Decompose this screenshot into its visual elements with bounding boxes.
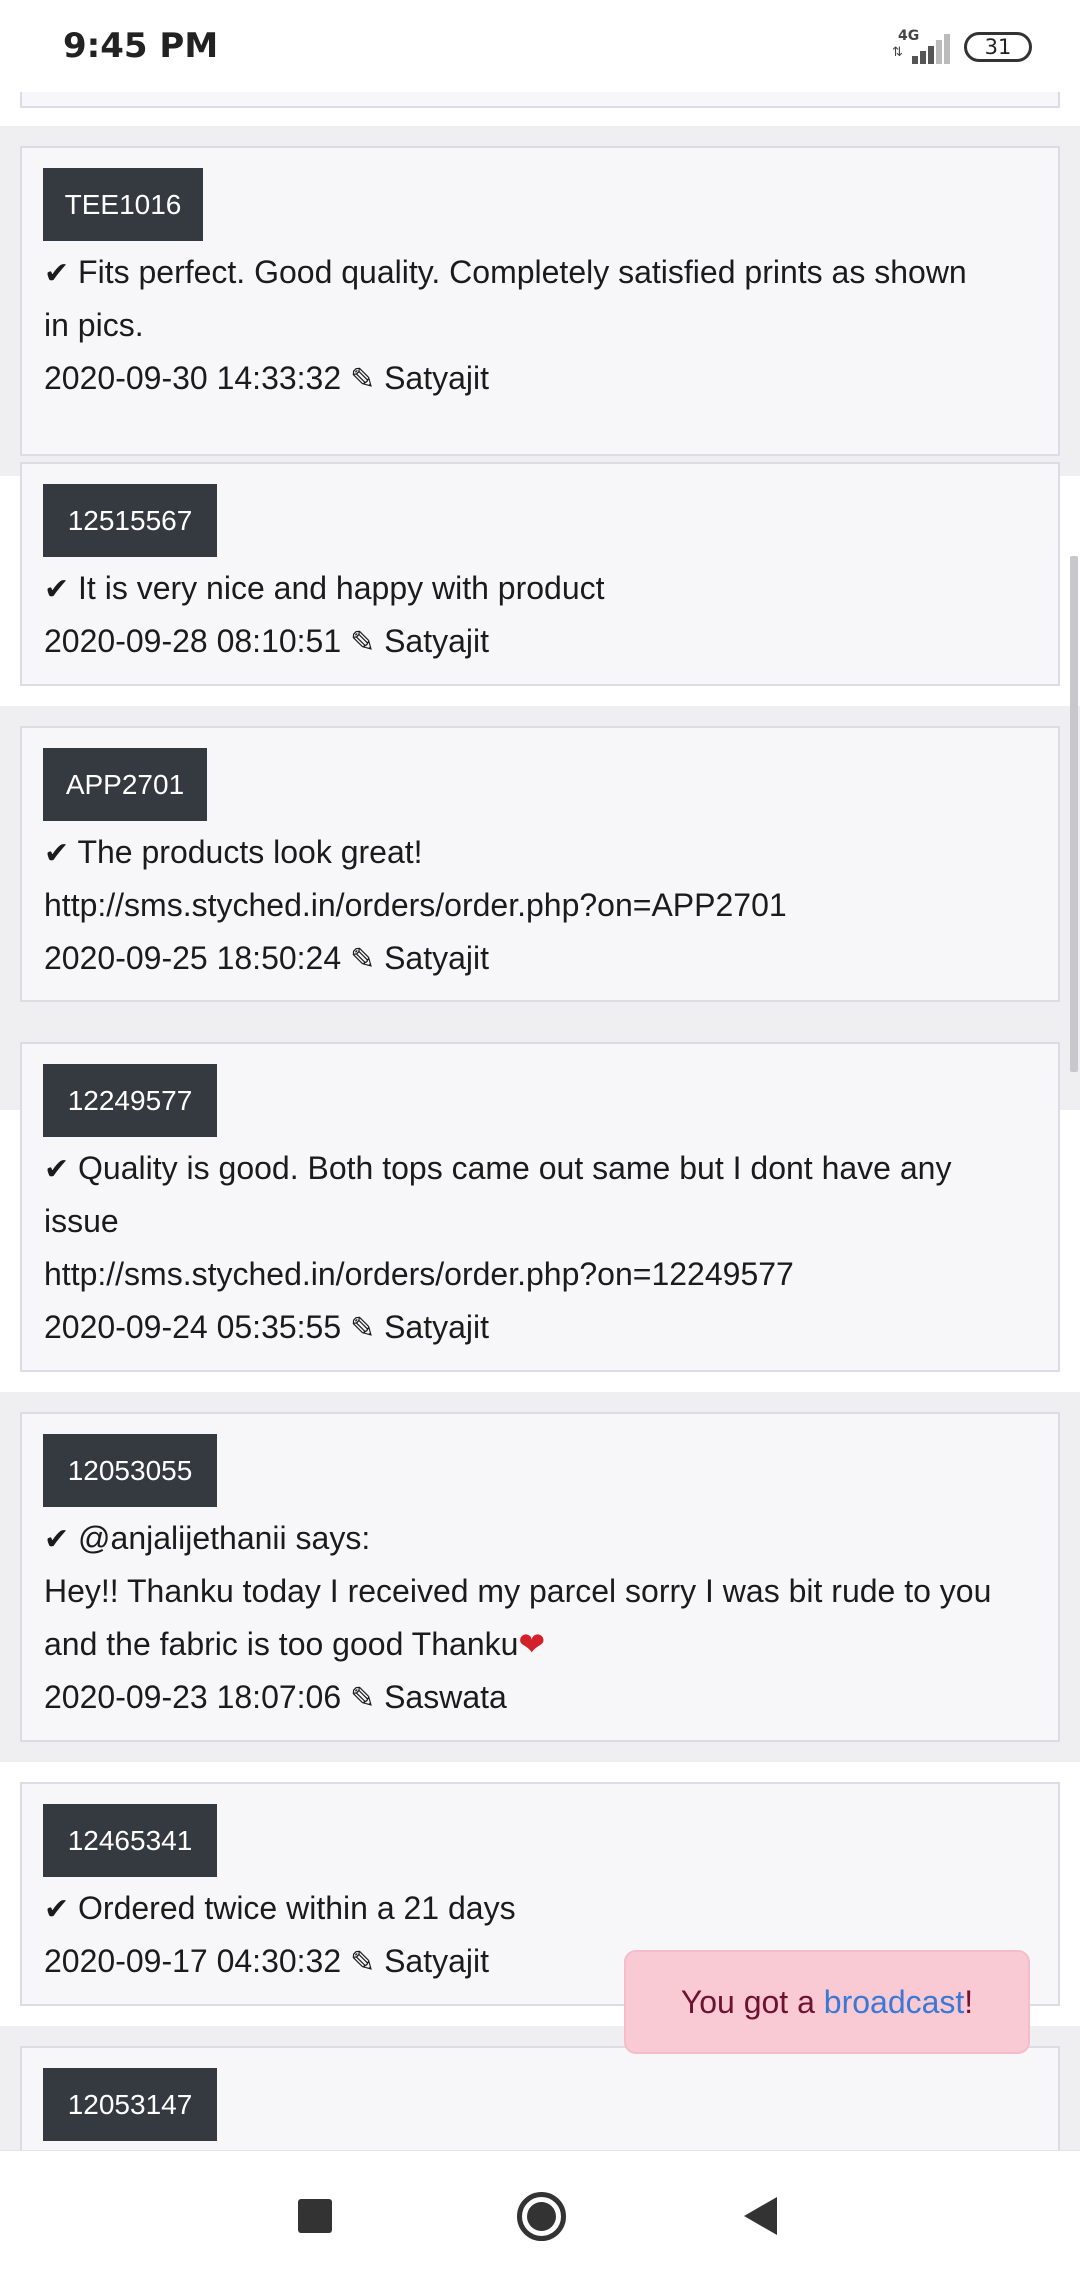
review-card: 12053147 [20,2046,1060,2150]
review-author: Satyajit [384,1943,489,1979]
review-card: TEE1016 ✔ Fits perfect. Good quality. Co… [20,146,1060,456]
review-text-line: ✔ Quality is good. Both tops came out sa… [44,1150,952,1187]
review-text-line: ✔ The products look great! [44,834,423,871]
check-icon: ✔ [44,572,70,607]
review-timestamp: 2020-09-24 05:35:55 [44,1309,342,1345]
review-timestamp: 2020-09-23 18:07:06 [44,1679,342,1715]
review-timestamp: 2020-09-25 18:50:24 [44,940,342,976]
order-code-badge[interactable]: 12515567 [43,484,217,557]
network-type: 4G [898,28,920,44]
review-card-partial [20,92,1060,108]
review-meta: 2020-09-25 18:50:24 ✎ Satyajit [44,932,489,986]
order-code-badge[interactable]: 12053055 [43,1434,217,1507]
pencil-icon: ✎ [350,1945,376,1980]
review-meta: 2020-09-24 05:35:55 ✎ Satyajit [44,1301,489,1355]
review-timestamp: 2020-09-30 14:33:32 [44,360,342,396]
scrollbar[interactable] [1070,556,1078,1072]
battery-level: 31 [984,35,1012,59]
review-text-line: and the fabric is too good Thanku❤ [44,1625,546,1663]
pencil-icon: ✎ [350,942,376,977]
review-meta: 2020-09-17 04:30:32 ✎ Satyajit [44,1935,489,1989]
review-author: Saswata [384,1679,507,1715]
review-timestamp: 2020-09-17 04:30:32 [44,1943,342,1979]
home-icon[interactable] [517,2192,566,2241]
pencil-icon: ✎ [350,625,376,660]
order-code-badge[interactable]: 12465341 [43,1804,217,1877]
pencil-icon: ✎ [350,1311,376,1346]
check-icon: ✔ [44,836,70,871]
review-author: Satyajit [384,360,489,396]
review-meta: 2020-09-30 14:33:32 ✎ Satyajit [44,352,489,406]
review-feed[interactable]: TEE1016 ✔ Fits perfect. Good quality. Co… [0,92,1080,2150]
review-card: 12249577 ✔ Quality is good. Both tops ca… [20,1042,1060,1372]
heart-icon: ❤ [518,1625,546,1663]
review-card: 12515567 ✔ It is very nice and happy wit… [20,462,1060,686]
broadcast-toast[interactable]: You got a broadcast! [624,1950,1030,2054]
review-meta: 2020-09-23 18:07:06 ✎ Saswata [44,1671,507,1725]
system-nav-bar [0,2150,1080,2280]
broadcast-link[interactable]: broadcast [824,1984,965,2020]
battery-icon: 31 [964,32,1032,62]
review-link[interactable]: http://sms.styched.in/orders/order.php?o… [44,879,787,932]
pencil-icon: ✎ [350,362,376,397]
check-icon: ✔ [44,1152,70,1187]
review-text-line: ✔ Fits perfect. Good quality. Completely… [44,254,967,291]
recents-icon[interactable] [298,2199,332,2233]
review-author: Satyajit [384,623,489,659]
review-text-line: in pics. [44,307,144,343]
order-code-badge[interactable]: 12249577 [43,1064,217,1137]
order-code-badge[interactable]: 12053147 [43,2068,217,2141]
review-meta: 2020-09-28 08:10:51 ✎ Satyajit [44,615,489,669]
review-text-line: issue [44,1203,119,1239]
review-author: Satyajit [384,1309,489,1345]
order-code-badge[interactable]: TEE1016 [43,168,203,241]
order-code-badge[interactable]: APP2701 [43,748,207,821]
review-author: Satyajit [384,940,489,976]
status-time: 9:45 PM [63,26,219,66]
check-icon: ✔ [44,1522,70,1557]
review-link[interactable]: http://sms.styched.in/orders/order.php?o… [44,1248,794,1301]
check-icon: ✔ [44,256,70,291]
back-icon[interactable] [744,2197,777,2235]
review-timestamp: 2020-09-28 08:10:51 [44,623,342,659]
review-card: 12053055 ✔ @anjalijethanii says: Hey!! T… [20,1412,1060,1742]
status-bar: 9:45 PM 4G ⇅ 31 [0,0,1080,92]
check-icon: ✔ [44,1892,70,1927]
signal-icon: 4G ⇅ [890,28,950,64]
review-text-line: ✔ @anjalijethanii says: [44,1520,371,1557]
pencil-icon: ✎ [350,1681,376,1716]
review-text-line: ✔ It is very nice and happy with product [44,570,605,607]
review-card: APP2701 ✔ The products look great! http:… [20,726,1060,1002]
review-text-line: ✔ Ordered twice within a 21 days [44,1890,516,1927]
review-text-line: Hey!! Thanku today I received my parcel … [44,1573,992,1609]
